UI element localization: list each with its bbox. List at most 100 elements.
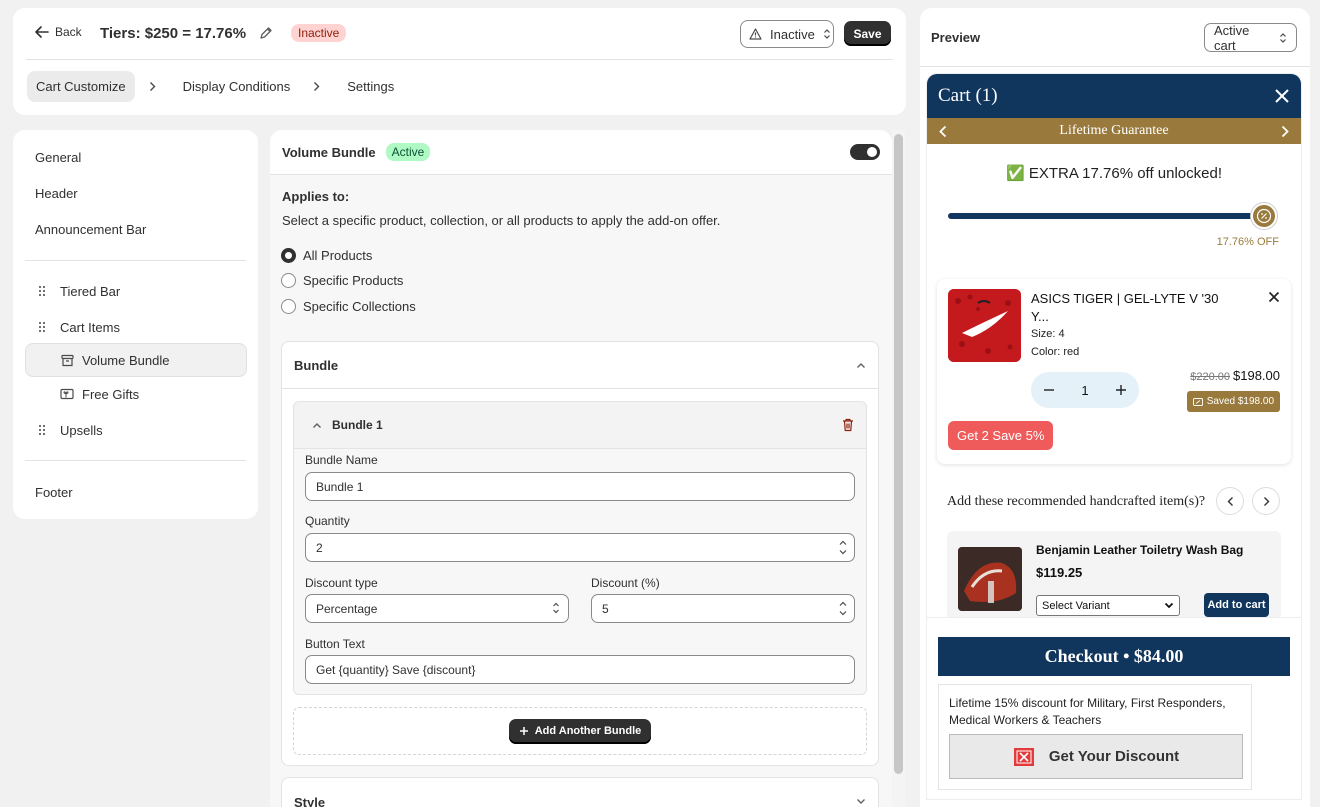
- announcement-bar: Lifetime Guarantee: [927, 118, 1301, 144]
- add-bundle-area: Add Another Bundle: [293, 707, 867, 755]
- header-divider: [26, 59, 893, 60]
- discount-percent-stepper[interactable]: 5: [591, 594, 855, 623]
- radio-button[interactable]: [281, 248, 296, 263]
- sidebar-item-free-gifts[interactable]: Free Gifts: [25, 377, 247, 411]
- style-section-header[interactable]: Style: [281, 777, 879, 807]
- button-text-input[interactable]: Get {quantity} Save {discount}: [305, 655, 855, 684]
- pencil-icon[interactable]: [259, 26, 273, 40]
- drag-handle-icon[interactable]: [38, 424, 46, 436]
- volume-bundle-header: Volume Bundle Active: [270, 130, 892, 175]
- preview-state-value: Active cart: [1214, 22, 1250, 53]
- discount-type-select[interactable]: Percentage: [305, 594, 569, 623]
- sidebar-item-header[interactable]: Header: [35, 186, 78, 201]
- applies-to-description: Select a specific product, collection, o…: [282, 213, 721, 228]
- bundle-item-title: Bundle 1: [332, 418, 383, 432]
- chevron-right-icon[interactable]: [1281, 125, 1289, 138]
- sidebar-item-announcement-bar[interactable]: Announcement Bar: [35, 222, 146, 237]
- announcement-text: Lifetime Guarantee: [1059, 123, 1169, 138]
- arrow-left-icon: [35, 26, 49, 38]
- chevron-up-icon[interactable]: [856, 362, 866, 369]
- discount-type-value: Percentage: [316, 601, 378, 616]
- stepper-tabs: Cart Customize Display Conditions Settin…: [27, 71, 403, 102]
- sidebar-item-footer[interactable]: Footer: [35, 485, 73, 500]
- add-to-cart-button[interactable]: Add to cart: [1204, 593, 1269, 617]
- product-size: Size: 4: [1031, 328, 1065, 340]
- back-button[interactable]: Back: [35, 25, 82, 39]
- sidebar-item-upsells[interactable]: Upsells: [60, 423, 103, 438]
- add-another-bundle-button[interactable]: Add Another Bundle: [508, 718, 652, 744]
- alert-triangle-icon: [749, 28, 762, 40]
- trash-icon[interactable]: [842, 418, 854, 432]
- recommendations-title: Add these recommended handcrafted item(s…: [947, 494, 1206, 509]
- spinner-arrows-icon[interactable]: [837, 598, 849, 619]
- sidebar-item-label: Volume Bundle: [82, 352, 170, 368]
- editor-panel: Volume Bundle Active Applies to: Select …: [270, 130, 892, 807]
- remove-item-icon[interactable]: [1268, 291, 1280, 303]
- sidebar-item-label: Free Gifts: [82, 386, 140, 402]
- sidebar-item-cart-items[interactable]: Cart Items: [60, 320, 120, 335]
- upsell-product-image: [958, 547, 1022, 611]
- minus-icon[interactable]: [1044, 389, 1055, 391]
- tab-settings[interactable]: Settings: [338, 71, 403, 102]
- drag-handle-icon[interactable]: [38, 321, 46, 333]
- bundle-section-header[interactable]: Bundle: [282, 342, 878, 389]
- sidebar-item-general[interactable]: General: [35, 150, 81, 165]
- discount-description: Lifetime 15% discount for Military, Firs…: [949, 696, 1226, 727]
- save-button[interactable]: Save: [844, 21, 891, 46]
- updown-chevron-icon: [823, 28, 831, 40]
- status-select-value: Inactive: [770, 26, 815, 42]
- bundle-item-header[interactable]: Bundle 1: [294, 402, 866, 449]
- spinner-arrows-icon[interactable]: [837, 537, 849, 558]
- rec-next-button[interactable]: [1252, 487, 1280, 515]
- cart-title: Cart (1): [938, 85, 998, 106]
- chevron-down-icon[interactable]: [856, 798, 866, 805]
- radio-specific-collections[interactable]: Specific Collections: [281, 299, 416, 314]
- chevron-up-icon[interactable]: [312, 422, 322, 429]
- tab-display-conditions[interactable]: Display Conditions: [174, 71, 300, 102]
- rec-prev-button[interactable]: [1216, 487, 1244, 515]
- bundle-section-title: Bundle: [294, 357, 339, 373]
- bundle-name-input[interactable]: Bundle 1: [305, 472, 855, 501]
- chevron-left-icon[interactable]: [939, 125, 947, 138]
- updown-chevron-icon: [1279, 32, 1287, 44]
- sidebar-item-tiered-bar[interactable]: Tiered Bar: [60, 284, 120, 299]
- status-select[interactable]: Inactive: [740, 20, 834, 48]
- discount-logo-icon: [1013, 747, 1035, 767]
- variant-select-value: Select Variant: [1042, 599, 1110, 612]
- cart-drawer: Cart (1) Lifetime Guarantee ✅ EXTRA 17.7…: [927, 74, 1301, 799]
- enable-toggle[interactable]: [850, 144, 880, 160]
- sale-price: $198.00: [1233, 368, 1280, 383]
- sidebar-item-volume-bundle[interactable]: Volume Bundle: [25, 343, 247, 377]
- cart-line-item: ASICS TIGER | GEL-LYTE V '30 Y... Size: …: [937, 279, 1291, 464]
- discount-widget: Lifetime 15% discount for Military, Firs…: [938, 684, 1252, 790]
- bundle-offer-button[interactable]: Get 2 Save 5%: [948, 421, 1054, 450]
- radio-all-products[interactable]: All Products: [281, 248, 372, 263]
- applies-to-heading: Applies to:: [282, 189, 350, 204]
- radio-specific-products[interactable]: Specific Products: [281, 273, 403, 288]
- get-discount-button[interactable]: Get Your Discount: [949, 734, 1243, 779]
- product-color: Color: red: [1031, 346, 1080, 358]
- preview-state-select[interactable]: Active cart: [1204, 22, 1297, 53]
- gift-card-icon: [60, 388, 74, 400]
- scrollbar-thumb[interactable]: [894, 134, 903, 774]
- tab-cart-customize[interactable]: Cart Customize: [27, 71, 135, 102]
- close-icon[interactable]: [1274, 88, 1290, 104]
- radio-button[interactable]: [281, 299, 296, 314]
- variant-select[interactable]: Select Variant: [1036, 595, 1180, 616]
- cart-header: Cart (1): [927, 74, 1301, 118]
- section-title: Volume Bundle: [282, 144, 376, 160]
- updown-chevron-icon: [552, 601, 560, 615]
- cart-footer: Checkout • $84.00 Lifetime 15% discount …: [927, 617, 1301, 799]
- radio-button[interactable]: [281, 273, 296, 288]
- sidebar-divider: [25, 460, 246, 461]
- drag-handle-icon[interactable]: [38, 285, 46, 297]
- bundle-section: Bundle Bundle 1 Bundle Name Bundle 1 Qua…: [281, 341, 879, 766]
- quantity-stepper[interactable]: 2: [305, 533, 855, 562]
- chevron-right-icon: [149, 81, 156, 92]
- upsell-product-name: Benjamin Leather Toiletry Wash Bag: [1036, 543, 1244, 557]
- button-text-label: Button Text: [305, 637, 365, 651]
- checkout-button[interactable]: Checkout • $84.00: [938, 637, 1290, 676]
- discount-badge-icon: [1251, 203, 1277, 229]
- radio-label: All Products: [303, 248, 373, 263]
- plus-icon[interactable]: [1115, 385, 1126, 395]
